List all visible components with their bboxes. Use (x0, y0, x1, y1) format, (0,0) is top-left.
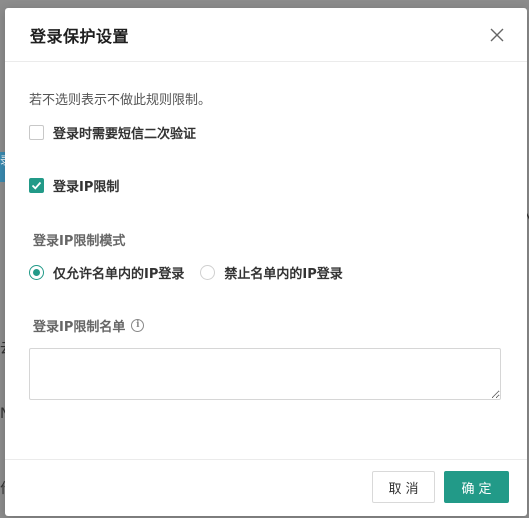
radio-unselected-icon[interactable] (200, 265, 216, 280)
checkbox-unchecked-icon[interactable] (29, 125, 44, 140)
radio-allow-list[interactable]: 仅允许名单内的IP登录 (29, 263, 184, 282)
ip-list-textarea[interactable] (29, 348, 501, 400)
ip-list-label-row: 登录IP限制名单 i (33, 316, 145, 335)
dialog-header: 登录保护设置 (5, 8, 527, 62)
radio-allow-label: 仅允许名单内的IP登录 (53, 267, 185, 282)
close-icon[interactable] (489, 27, 505, 43)
sms-verify-checkbox[interactable]: 登录时需要短信二次验证 (29, 123, 196, 142)
ip-restrict-checkbox[interactable]: 登录IP限制 (29, 176, 119, 195)
radio-selected-icon[interactable] (29, 265, 44, 280)
ip-mode-radio-group: 仅允许名单内的IP登录 禁止名单内的IP登录 (29, 263, 343, 282)
login-protection-dialog: 登录保护设置 若不选则表示不做此规则限制。 登录时需要短信二次验证 登录IP限制… (5, 8, 527, 516)
dialog-footer: 取消 确定 (5, 459, 527, 516)
radio-deny-list[interactable]: 禁止名单内的IP登录 (200, 263, 343, 282)
dialog-title: 登录保护设置 (30, 26, 130, 46)
cancel-button[interactable]: 取消 (372, 471, 435, 503)
info-icon[interactable]: i (131, 319, 145, 332)
sms-verify-label: 登录时需要短信二次验证 (53, 127, 197, 142)
ip-mode-label: 登录IP限制模式 (33, 234, 126, 249)
hint-text: 若不选则表示不做此规则限制。 (29, 93, 212, 108)
radio-deny-label: 禁止名单内的IP登录 (224, 267, 343, 282)
checkbox-checked-icon[interactable] (29, 178, 44, 193)
ip-list-label: 登录IP限制名单 (33, 320, 126, 335)
ip-restrict-label: 登录IP限制 (53, 180, 120, 195)
confirm-button[interactable]: 确定 (444, 471, 509, 503)
